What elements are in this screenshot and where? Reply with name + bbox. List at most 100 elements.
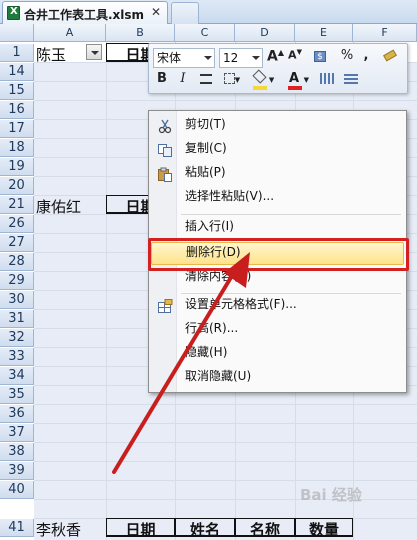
column-header-b[interactable]: B (106, 24, 175, 42)
row-header-31[interactable]: 31 (0, 310, 34, 328)
row-header-1[interactable]: 1 (0, 44, 34, 62)
row-header-28[interactable]: 28 (0, 253, 34, 271)
row-header-15[interactable]: 15 (0, 82, 34, 100)
menu-item-label: 行高(R)... (185, 321, 239, 335)
menu-item-hide[interactable]: 隐藏(H) (151, 343, 404, 366)
currency-icon: $ (314, 51, 326, 62)
menu-item-unhide[interactable]: 取消隐藏(U) (151, 367, 404, 390)
row-header-40[interactable]: 40 (0, 481, 34, 499)
center-align-button[interactable] (196, 71, 216, 91)
italic-button[interactable]: I (174, 71, 192, 91)
column-header-c[interactable]: C (175, 24, 235, 42)
column-header-f[interactable]: F (353, 24, 417, 42)
cell-c41[interactable]: 姓名 (175, 518, 235, 539)
increase-decimal-button[interactable] (317, 71, 337, 91)
row-header-16[interactable]: 16 (0, 101, 34, 119)
row-header-38[interactable]: 38 (0, 443, 34, 461)
menu-item-copy[interactable]: 复制(C) (151, 139, 404, 162)
font-name-value: 宋体 (157, 51, 182, 65)
column-header-a[interactable]: A (34, 24, 106, 42)
format-painter-button[interactable] (379, 48, 401, 68)
row-header-18[interactable]: 18 (0, 139, 34, 157)
row-header-26[interactable]: 26 (0, 215, 34, 233)
row-header-35[interactable]: 35 (0, 386, 34, 404)
menu-item-paste[interactable]: 粘贴(P) (151, 163, 404, 186)
row-header-20[interactable]: 20 (0, 177, 34, 195)
gridline (34, 461, 417, 462)
caret-down-icon: ▼ (296, 48, 302, 56)
row-header-29[interactable]: 29 (0, 272, 34, 290)
row-header-30[interactable]: 30 (0, 291, 34, 309)
bold-button[interactable]: B (153, 71, 171, 91)
menu-item-label: 隐藏(H) (185, 345, 228, 359)
shrink-font-icon: A (288, 48, 297, 62)
decrease-decimal-icon (344, 73, 358, 84)
filter-dropdown-button[interactable] (86, 44, 102, 60)
font-color-icon: A (289, 71, 300, 86)
workbook-tab[interactable]: 合井工作表工具.xlsm ✕ (2, 1, 168, 24)
row-header-41[interactable]: 41 (0, 519, 34, 537)
font-name-select[interactable]: 宋体 (153, 48, 215, 68)
gridline (34, 442, 417, 443)
paint-bucket-icon (252, 69, 267, 84)
close-tab-icon[interactable]: ✕ (151, 5, 161, 19)
new-tab-button[interactable] (171, 2, 199, 24)
column-header-e[interactable]: E (295, 24, 353, 42)
caret-up-icon: ▲ (277, 48, 284, 57)
accounting-format-button[interactable]: $ (309, 48, 331, 68)
borders-button[interactable]: ▼ (220, 71, 244, 91)
chevron-down-icon: ▼ (303, 76, 309, 84)
row-header-34[interactable]: 34 (0, 367, 34, 385)
cell-d41[interactable]: 名称 (235, 518, 295, 539)
column-header-d[interactable]: D (235, 24, 295, 42)
row-header-32[interactable]: 32 (0, 329, 34, 347)
fill-color-button[interactable]: ▼ (249, 69, 279, 91)
cell-b41[interactable]: 日期 (106, 518, 175, 539)
align-center-icon (200, 74, 212, 84)
gridline (34, 100, 417, 101)
grow-font-button[interactable]: A▲ (267, 48, 284, 68)
decrease-decimal-button[interactable] (341, 71, 361, 91)
row-header-17[interactable]: 17 (0, 120, 34, 138)
mini-toolbar: 宋体 12 A▲ A▼ $ % , B I ▼ ▼ A ▼ (148, 43, 408, 94)
cell-a21[interactable]: 康佑红 (36, 196, 81, 216)
select-all-corner[interactable] (0, 24, 34, 42)
row-header-19[interactable]: 19 (0, 158, 34, 176)
borders-icon (223, 73, 235, 84)
menu-item-cut[interactable]: 剪切(T) (151, 115, 404, 138)
cell-a1[interactable]: 陈玉 (36, 44, 66, 64)
cell-a41[interactable]: 李秋香 (36, 519, 81, 539)
menu-item-label: 剪切(T) (185, 117, 226, 131)
row-header-14[interactable]: 14 (0, 63, 34, 81)
row-header-36[interactable]: 36 (0, 405, 34, 423)
gridline (34, 404, 417, 405)
row-header-21[interactable]: 21 (0, 196, 34, 214)
font-size-select[interactable]: 12 (219, 48, 263, 68)
shrink-font-button[interactable]: A▼ (287, 48, 303, 68)
row-header-37[interactable]: 37 (0, 424, 34, 442)
comma-style-button[interactable]: , (359, 48, 373, 68)
menu-item-row-height[interactable]: 行高(R)... (151, 319, 404, 342)
menu-item-format-cells[interactable]: 设置单元格格式(F)... (151, 295, 404, 318)
excel-file-icon (7, 6, 20, 20)
row-header-33[interactable]: 33 (0, 348, 34, 366)
cell-e41[interactable]: 数量 (295, 518, 353, 539)
row-header-39[interactable]: 39 (0, 462, 34, 480)
menu-item-label: 粘贴(P) (185, 165, 226, 179)
percent-style-button[interactable]: % (339, 48, 355, 68)
menu-item-label: 复制(C) (185, 141, 227, 155)
gridline (34, 423, 417, 424)
menu-item-label: 取消隐藏(U) (185, 369, 252, 383)
menu-separator (181, 293, 401, 294)
menu-item-insert-row[interactable]: 插入行(I) (151, 217, 404, 240)
annotation-highlight-box (148, 238, 409, 271)
brush-icon (383, 49, 397, 62)
gridline (34, 480, 417, 481)
menu-item-paste-special[interactable]: 选择性粘贴(V)... (151, 187, 404, 210)
chevron-down-icon: ▼ (234, 76, 241, 84)
grow-font-icon: A (267, 48, 278, 65)
increase-decimal-icon (320, 73, 334, 84)
chevron-down-icon (252, 56, 260, 60)
font-color-button[interactable]: A ▼ (285, 71, 313, 91)
row-header-27[interactable]: 27 (0, 234, 34, 252)
